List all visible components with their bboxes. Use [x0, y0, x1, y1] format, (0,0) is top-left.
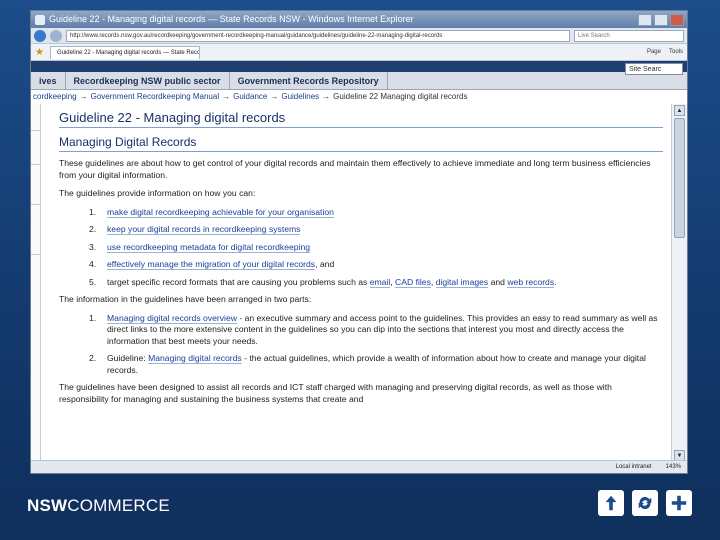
nsw-commerce-logo: NSWCOMMERCE — [27, 496, 170, 515]
provide-lead: The guidelines provide information on ho… — [59, 188, 256, 198]
close-button[interactable] — [670, 13, 684, 26]
search-input[interactable]: Live Search — [574, 29, 684, 42]
tools-menu[interactable]: Tools — [669, 49, 683, 55]
breadcrumb-link[interactable]: Guidance — [233, 92, 267, 101]
closing-paragraph: The guidelines have been designed to ass… — [59, 382, 612, 404]
email-link[interactable]: email — [369, 276, 391, 288]
arranged-lead: The information in the guidelines have b… — [59, 294, 312, 304]
site-nav-item[interactable]: Recordkeeping NSW public sector — [66, 72, 230, 89]
browser-window: Guideline 22 - Managing digital records … — [30, 10, 688, 474]
list-link[interactable]: keep your digital records in recordkeepi… — [107, 224, 301, 235]
address-input[interactable]: http://www.records.nsw.gov.au/recordkeep… — [66, 29, 570, 42]
list-link[interactable]: make digital recordkeeping achievable fo… — [107, 206, 334, 218]
list-item: 3. use recordkeeping metadata for digital… — [89, 241, 311, 253]
breadcrumb-separator: → — [322, 92, 331, 101]
scroll-up-arrow-icon[interactable]: ▲ — [674, 105, 685, 116]
back-cycle-icon[interactable] — [632, 490, 658, 516]
forward-button[interactable] — [50, 29, 62, 42]
site-search-input[interactable]: Site Searc — [625, 63, 683, 75]
command-bar: Page Tools — [647, 49, 683, 55]
ie-icon — [35, 14, 45, 25]
breadcrumb-separator: → — [222, 92, 231, 101]
list-item: 2. keep your digital records in recordkee… — [89, 224, 301, 235]
up-arrow-icon[interactable] — [598, 490, 624, 516]
scroll-thumb[interactable] — [674, 118, 685, 238]
page-subtitle: Managing Digital Records — [59, 135, 663, 152]
breadcrumb: cordkeeping → Government Recordkeeping Man… — [31, 90, 687, 104]
content-area: Guideline 22 - Managing digital records … — [31, 104, 671, 462]
cad-files-link[interactable]: CAD files — [395, 276, 431, 288]
left-column — [31, 104, 41, 462]
back-button[interactable] — [34, 29, 46, 42]
vertical-scrollbar[interactable]: ▲ ▼ — [671, 104, 687, 462]
list-item: 1. Managing digital records overview - an… — [89, 312, 658, 346]
page-title: Guideline 22 - Managing digital records — [59, 110, 663, 128]
minimize-button[interactable] — [638, 13, 652, 26]
window-title: Guideline 22 - Managing digital records … — [49, 14, 414, 24]
list-item: 1. make digital recordkeeping achievable … — [89, 206, 334, 218]
how-list: 1. make digital recordkeeping achievable … — [89, 206, 663, 289]
list-link[interactable]: effectively manage the migration of your… — [107, 259, 316, 270]
intro-paragraph: These guidelines are about how to get co… — [59, 158, 651, 180]
site-topbar — [31, 61, 687, 72]
breadcrumb-link[interactable]: Government Recordkeeping Manual — [91, 92, 220, 101]
address-bar-row: http://www.records.nsw.gov.au/recordkeep… — [31, 28, 687, 44]
page-menu[interactable]: Page — [647, 49, 661, 55]
digital-images-link[interactable]: digital images — [435, 276, 489, 288]
status-bar: Local intranet 143% — [31, 460, 687, 473]
slide-nav — [598, 490, 692, 516]
favorites-star-icon[interactable]: ★ — [35, 47, 44, 58]
overview-link[interactable]: Managing digital records overview — [107, 312, 237, 324]
breadcrumb-link[interactable]: cordkeeping — [33, 92, 77, 101]
title-bar: Guideline 22 - Managing digital records … — [31, 11, 687, 28]
list-item: 4. effectively manage the migration of yo… — [89, 259, 335, 270]
list-item: 2. Guideline: Managing digital records - … — [89, 353, 646, 375]
breadcrumb-current: Guideline 22 Managing digital records — [333, 92, 468, 101]
web-records-link[interactable]: web records — [507, 276, 555, 288]
parts-list: 1. Managing digital records overview - an… — [89, 312, 663, 377]
window-controls — [638, 13, 687, 26]
tab-bar: ★ Guideline 22 - Managing digital record… — [31, 44, 687, 61]
main-content: Guideline 22 - Managing digital records … — [41, 104, 671, 462]
list-link[interactable]: use recordkeeping metadata for digital r… — [107, 241, 311, 253]
site-nav-item[interactable]: ives — [31, 72, 66, 89]
zone-indicator: Local intranet — [615, 464, 652, 470]
site-nav-item[interactable]: Government Records Repository — [230, 72, 388, 89]
guideline-link[interactable]: Managing digital records — [148, 353, 242, 364]
breadcrumb-separator: → — [270, 92, 279, 101]
zoom-level[interactable]: 143% — [666, 461, 681, 473]
site-nav: ives Recordkeeping NSW public sector Gov… — [31, 72, 687, 90]
list-item: 5. target specific record formats that ar… — [89, 276, 557, 288]
breadcrumb-link[interactable]: Guidelines — [281, 92, 319, 101]
breadcrumb-separator: → — [79, 92, 88, 101]
tab-current[interactable]: Guideline 22 - Managing digital records … — [49, 45, 200, 59]
plus-icon[interactable] — [666, 490, 692, 516]
maximize-button[interactable] — [654, 13, 668, 26]
